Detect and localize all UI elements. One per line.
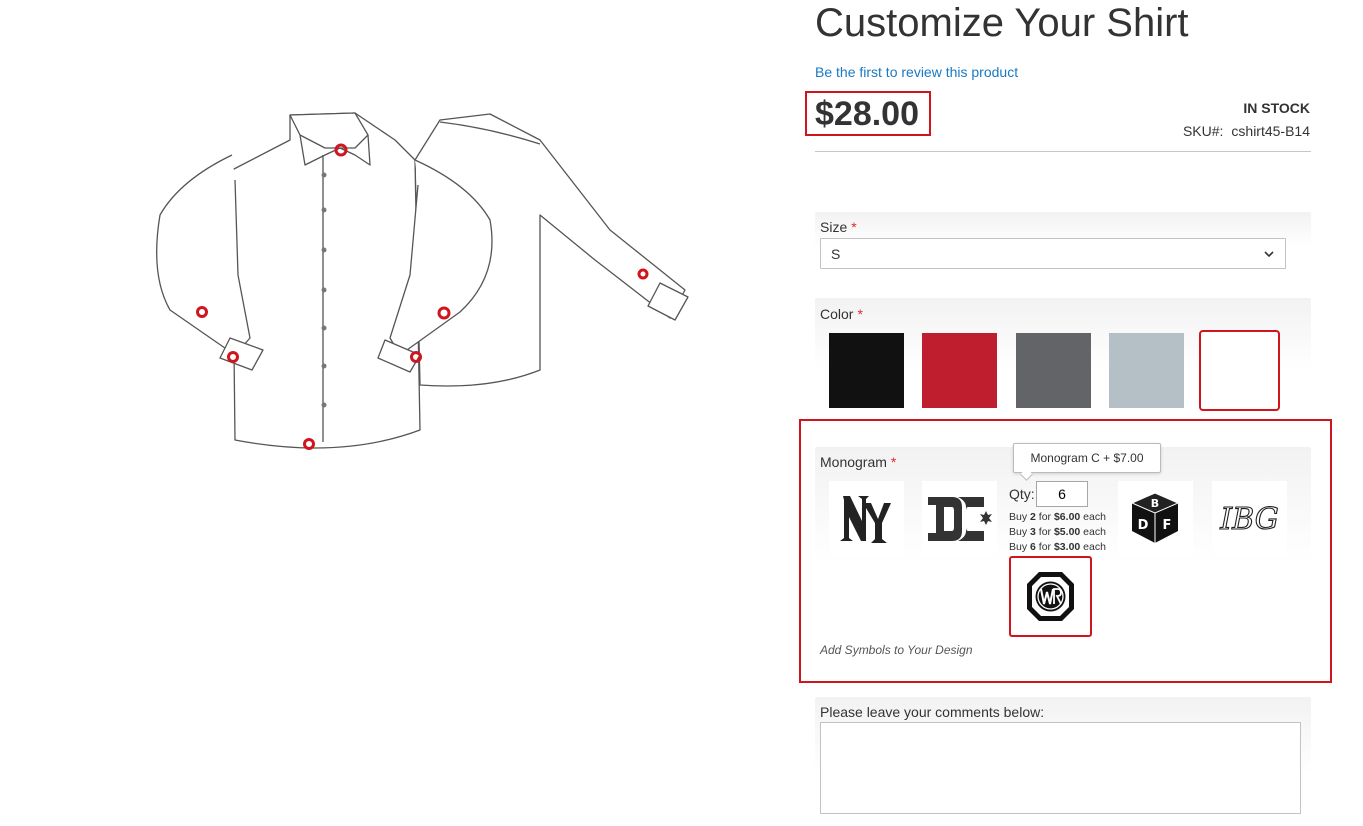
block-monogram-icon: B D F [1130, 492, 1180, 543]
dc-logo-icon [928, 497, 992, 541]
sku-label: SKU#: [1182, 123, 1224, 139]
required-mark: * [890, 454, 897, 470]
tier-price-3: Buy 3 for $5.00 each [1009, 526, 1106, 538]
svg-text:F: F [1163, 518, 1172, 533]
size-select[interactable]: S [820, 238, 1286, 269]
stock-status: In stock [1243, 100, 1310, 116]
comments-textarea[interactable] [820, 722, 1301, 814]
page-title: Customize Your Shirt [815, 1, 1189, 45]
chevron-down-icon [1264, 251, 1274, 258]
size-label: Size * [820, 219, 857, 235]
required-mark: * [851, 219, 857, 235]
color-swatch-dark-gray[interactable] [1016, 333, 1091, 408]
monogram-hint: Add Symbols to Your Design [820, 643, 973, 657]
monogram-ny-logo[interactable] [829, 481, 904, 556]
script-monogram-icon: IBG [1219, 501, 1280, 537]
color-swatch-black[interactable] [829, 333, 904, 408]
ny-logo-icon [840, 496, 891, 543]
comments-label: Please leave your comments below: [820, 704, 1045, 720]
review-link[interactable]: Be the first to review this product [815, 64, 1018, 80]
svg-text:IBG: IBG [1219, 502, 1278, 537]
monogram-label: Monogram * [820, 454, 897, 470]
tier-price-2: Buy 2 for $6.00 each [1009, 511, 1106, 523]
monogram-bdf-block[interactable]: B D F [1118, 481, 1193, 556]
monogram-dc-logo[interactable] [922, 481, 997, 556]
monogram-cwr-octagon[interactable] [1009, 556, 1092, 637]
size-select-value: S [831, 246, 841, 262]
svg-text:B: B [1151, 497, 1159, 510]
color-swatch-light-blue-gray[interactable] [1109, 333, 1184, 408]
svg-text:D: D [1138, 518, 1149, 533]
color-swatch-red[interactable] [922, 333, 997, 408]
divider [815, 151, 1311, 152]
sku-value: cshirt45-B14 [1231, 123, 1310, 139]
color-label: Color * [820, 306, 863, 322]
product-price: $28.00 [815, 95, 919, 133]
monogram-price-tooltip: Monogram C + $7.00 [1013, 443, 1161, 473]
product-image-shirt [156, 112, 689, 450]
required-mark: * [857, 306, 863, 322]
qty-label: Qty: [1009, 486, 1035, 502]
tier-price-6: Buy 6 for $3.00 each [1009, 541, 1106, 553]
sku: SKU#: cshirt45-B14 [1100, 123, 1310, 139]
color-swatch-white[interactable] [1199, 330, 1280, 411]
qty-input[interactable] [1036, 481, 1088, 507]
monogram-script[interactable]: IBG [1212, 481, 1287, 556]
octagon-monogram-icon [1027, 572, 1074, 621]
